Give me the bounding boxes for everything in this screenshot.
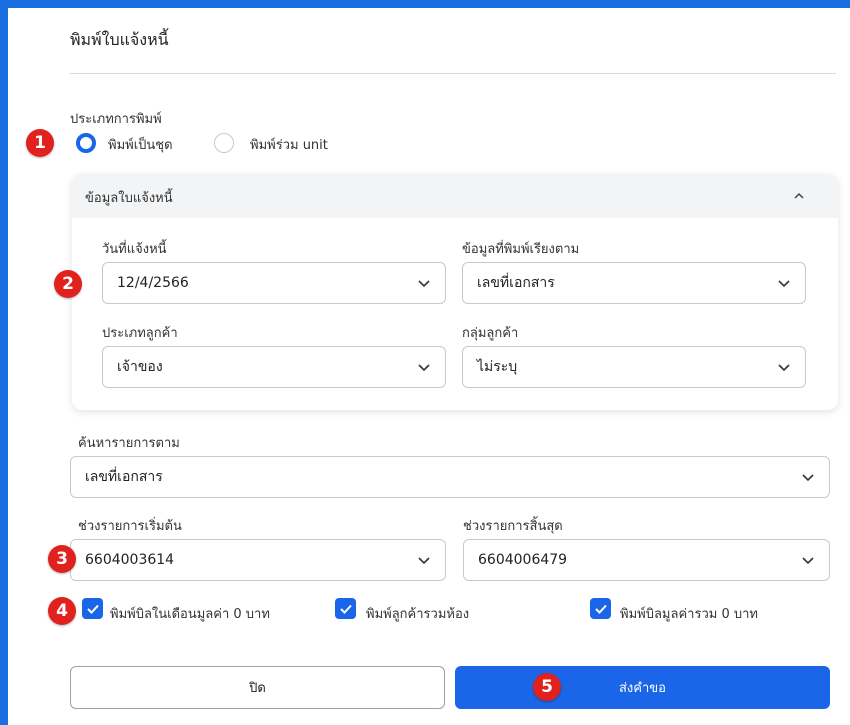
checkbox-combine-room-label[interactable]: พิมพ์ลูกค้ารวมห้อง [366, 603, 469, 624]
customer-group-label: กลุ่มลูกค้า [462, 326, 519, 341]
chevron-down-icon [418, 280, 430, 288]
range-end-value: 6604006479 [478, 552, 568, 568]
sort-by-label: ข้อมูลที่พิมพ์เรียงตาม [462, 242, 580, 257]
checkbox-combine-room[interactable] [335, 598, 356, 619]
customer-type-value: เจ้าของ [117, 359, 163, 375]
check-icon [339, 604, 352, 614]
close-button[interactable]: ปิด [70, 666, 445, 709]
invoice-panel-header[interactable]: ข้อมูลใบแจ้งหนี้ [72, 174, 838, 218]
invoice-date-value: 12/4/2566 [117, 275, 189, 291]
invoice-panel-title: ข้อมูลใบแจ้งหนี้ [85, 191, 173, 206]
checkbox-zero-month-bill[interactable] [82, 598, 103, 619]
chevron-down-icon [418, 557, 430, 565]
chevron-down-icon [802, 557, 814, 565]
invoice-date-select[interactable]: 12/4/2566 [102, 262, 446, 304]
search-by-select[interactable]: เลขที่เอกสาร [70, 456, 830, 498]
chevron-down-icon [802, 474, 814, 482]
chevron-up-icon[interactable] [792, 190, 806, 202]
chevron-down-icon [778, 364, 790, 372]
chevron-down-icon [418, 364, 430, 372]
radio-print-unit[interactable] [214, 133, 234, 153]
annotation-badge-2: 2 [54, 270, 82, 298]
customer-type-label: ประเภทลูกค้า [102, 326, 178, 341]
range-start-label: ช่วงรายการเริ่มต้น [78, 519, 182, 534]
search-by-label: ค้นหารายการตาม [78, 436, 180, 451]
invoice-info-panel: ข้อมูลใบแจ้งหนี้ วันที่แจ้งหนี้ 12/4/256… [72, 174, 838, 410]
chevron-down-icon [778, 280, 790, 288]
sort-by-value: เลขที่เอกสาร [477, 275, 555, 291]
radio-print-batch-label[interactable]: พิมพ์เป็นชุด [108, 134, 173, 155]
submit-request-button[interactable]: ส่งคำขอ [455, 666, 830, 709]
radio-print-unit-label[interactable]: พิมพ์ร่วม unit [250, 134, 328, 155]
annotation-badge-1: 1 [26, 129, 54, 157]
header-divider [70, 73, 836, 74]
range-end-label: ช่วงรายการสิ้นสุด [463, 519, 563, 534]
check-icon [86, 604, 99, 614]
annotation-badge-5: 5 [533, 673, 561, 701]
checkbox-zero-total-bill-label[interactable]: พิมพ์บิลมูลค่ารวม 0 บาท [620, 603, 758, 624]
radio-print-batch[interactable] [76, 133, 96, 153]
print-invoice-dialog: พิมพ์ใบแจ้งหนี้ ประเภทการพิมพ์ พิมพ์เป็น… [8, 8, 850, 725]
annotation-badge-4: 4 [48, 597, 76, 625]
customer-type-select[interactable]: เจ้าของ [102, 346, 446, 388]
check-icon [594, 604, 607, 614]
range-start-value: 6604003614 [85, 552, 175, 568]
range-end-select[interactable]: 6604006479 [463, 539, 830, 581]
checkbox-zero-month-bill-label[interactable]: พิมพ์บิลในเดือนมูลค่า 0 บาท [110, 603, 270, 624]
range-start-select[interactable]: 6604003614 [70, 539, 446, 581]
sort-by-select[interactable]: เลขที่เอกสาร [462, 262, 806, 304]
annotation-badge-3: 3 [48, 545, 76, 573]
search-by-value: เลขที่เอกสาร [85, 469, 163, 485]
customer-group-value: ไม่ระบุ [477, 359, 518, 375]
invoice-date-label: วันที่แจ้งหนี้ [102, 242, 167, 257]
customer-group-select[interactable]: ไม่ระบุ [462, 346, 806, 388]
checkbox-zero-total-bill[interactable] [590, 598, 611, 619]
dialog-title: พิมพ์ใบแจ้งหนี้ [70, 30, 169, 49]
print-type-label: ประเภทการพิมพ์ [70, 112, 162, 127]
